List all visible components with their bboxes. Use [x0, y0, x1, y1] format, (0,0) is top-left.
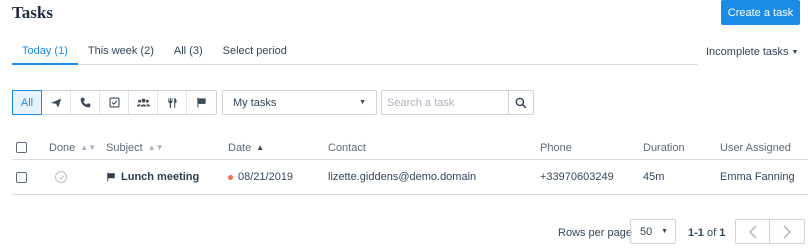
owner-select-value: My tasks — [233, 96, 277, 109]
owner-select[interactable]: My tasks ▼ — [222, 90, 377, 115]
column-phone-label: Phone — [540, 141, 572, 154]
pagination: Rows per page 50 ▼ 1-1 of 1 — [0, 219, 808, 245]
tasks-table: Done ▲▼ Subject ▲▼ Date ▲ Contact Phone … — [12, 136, 808, 195]
type-lunch-button[interactable] — [158, 91, 187, 114]
chevron-left-icon — [748, 224, 757, 239]
sort-ascending-icon: ▲ — [256, 143, 265, 152]
create-task-button[interactable]: Create a task — [721, 0, 800, 25]
tab-all[interactable]: All (3) — [164, 38, 213, 65]
type-all-button[interactable]: All — [12, 90, 42, 115]
search-icon — [515, 97, 527, 108]
column-subject-label: Subject — [106, 141, 143, 154]
phone-icon — [80, 97, 90, 108]
column-user-assigned-label: User Assigned — [720, 141, 791, 154]
mark-done-button[interactable] — [55, 171, 67, 183]
table-row[interactable]: Lunch meeting 08/21/2019 lizette.giddens… — [12, 160, 808, 195]
page-range-current: 1-1 — [688, 227, 704, 239]
previous-page-button[interactable] — [736, 220, 771, 243]
status-filter-dropdown[interactable]: Incomplete tasks ▼ — [706, 46, 798, 58]
flag-icon — [197, 97, 206, 108]
next-page-button[interactable] — [770, 220, 804, 243]
fork-knife-icon — [167, 97, 177, 108]
column-date-label: Date — [228, 141, 252, 154]
column-done-label: Done — [49, 141, 76, 154]
chevron-down-icon: ▼ — [359, 99, 366, 106]
column-phone: Phone — [540, 142, 572, 154]
tab-select-period[interactable]: Select period — [213, 38, 297, 65]
task-phone: +33970603249 — [540, 171, 614, 183]
page-range-total: 1 — [719, 227, 726, 239]
rows-per-page-label: Rows per page — [558, 227, 632, 239]
type-deadline-button[interactable] — [187, 91, 216, 114]
tab-today[interactable]: Today (1) — [12, 38, 78, 65]
column-user-assigned: User Assigned — [720, 142, 791, 154]
search-box — [381, 90, 534, 115]
column-date[interactable]: Date ▲ — [228, 142, 264, 154]
send-icon — [50, 98, 62, 107]
sort-icon: ▲▼ — [80, 143, 97, 152]
search-input[interactable] — [381, 90, 508, 115]
sort-icon: ▲▼ — [147, 143, 164, 152]
column-contact: Contact — [328, 142, 366, 154]
column-done[interactable]: Done ▲▼ — [49, 142, 96, 154]
type-all-label: All — [20, 96, 34, 109]
task-duration: 45m — [643, 171, 665, 183]
task-user-assigned: Emma Fanning — [720, 171, 795, 183]
rows-per-page-value: 50 — [640, 225, 653, 238]
page-range: 1-1 of 1 — [688, 227, 725, 239]
task-type-filter: All — [12, 90, 217, 115]
page-range-of: of — [706, 227, 717, 239]
period-tabs: Today (1) This week (2) All (3) Select p… — [12, 38, 698, 65]
rows-per-page-select[interactable]: 50 ▼ — [630, 219, 676, 244]
table-header: Done ▲▼ Subject ▲▼ Date ▲ Contact Phone … — [12, 136, 808, 160]
task-contact[interactable]: lizette.giddens@demo.domain — [328, 171, 476, 183]
status-filter-label: Incomplete tasks — [706, 46, 789, 58]
task-subject-link[interactable]: Lunch meeting — [121, 171, 199, 183]
check-icon — [58, 174, 64, 180]
tab-this-week[interactable]: This week (2) — [78, 38, 164, 65]
page-title: Tasks — [12, 3, 53, 22]
flag-icon — [107, 172, 115, 182]
page-nav — [735, 219, 805, 244]
column-duration: Duration — [643, 142, 685, 154]
select-all-checkbox[interactable] — [16, 142, 27, 153]
type-todo-button[interactable] — [100, 91, 129, 114]
row-checkbox[interactable] — [16, 171, 27, 183]
type-meeting-button[interactable] — [129, 91, 158, 114]
column-duration-label: Duration — [643, 141, 685, 154]
column-contact-label: Contact — [328, 141, 366, 154]
chevron-down-icon: ▼ — [661, 228, 668, 235]
chevron-right-icon — [783, 224, 792, 239]
todo-checkbox-icon — [108, 97, 120, 108]
type-email-button[interactable] — [42, 91, 71, 114]
due-status-dot — [228, 174, 233, 180]
caret-down-icon: ▼ — [791, 48, 799, 56]
task-date: 08/21/2019 — [238, 171, 294, 183]
column-subject[interactable]: Subject ▲▼ — [106, 142, 164, 154]
search-button[interactable] — [508, 90, 534, 115]
group-icon — [136, 98, 150, 107]
type-call-button[interactable] — [71, 91, 100, 114]
